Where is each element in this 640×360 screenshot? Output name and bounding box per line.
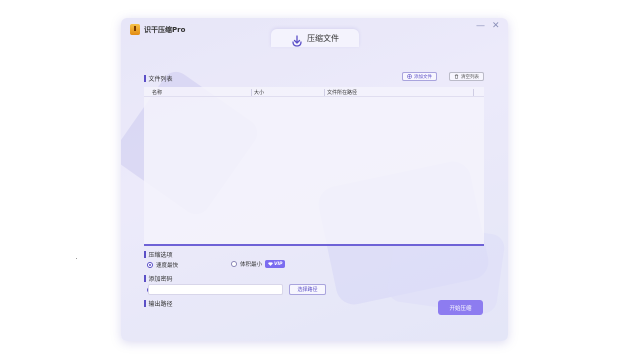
stray-dot (76, 258, 77, 259)
output-section-title: 输出路径 (144, 299, 173, 308)
close-icon[interactable]: ✕ (492, 21, 500, 31)
file-list-title: 文件列表 (148, 76, 173, 83)
choose-path-button[interactable]: 选择路径 (289, 284, 326, 295)
option-smallest-label: 体积最小 (240, 262, 263, 268)
file-table[interactable]: 名称 大小 文件所在路径 (144, 87, 484, 246)
radio-smallest[interactable] (231, 261, 237, 267)
minimize-icon[interactable]: — (476, 21, 485, 31)
output-path-input[interactable] (148, 284, 283, 295)
section-marker (144, 275, 146, 282)
plus-circle-icon (407, 74, 412, 79)
start-compress-button[interactable]: 开始压缩 (438, 300, 483, 315)
tab-compress-file[interactable]: 压缩文件 (271, 29, 359, 47)
add-file-label: 添加文件 (414, 74, 432, 80)
section-marker (144, 251, 146, 258)
desktop: 识干压缩Pro — ✕ 压缩文件 文件列表 添加文件 清空列表 名称 大小 文件… (0, 0, 640, 360)
column-header-size: 大小 (254, 90, 265, 96)
trash-icon (454, 74, 459, 79)
clear-list-button[interactable]: 清空列表 (449, 72, 484, 81)
output-title: 输出路径 (148, 301, 173, 308)
radio-fastest[interactable] (147, 262, 153, 268)
vip-label: VIP (274, 261, 283, 267)
vip-badge: VIP (265, 260, 286, 268)
compress-options-section-title: 压缩选项 (144, 250, 173, 259)
option-fastest[interactable]: 速度最快 (147, 261, 178, 269)
column-divider[interactable] (324, 89, 325, 96)
table-header: 名称 大小 文件所在路径 (144, 87, 484, 97)
clear-list-label: 清空列表 (461, 74, 479, 80)
password-section-title: 添加密码 (144, 274, 173, 283)
compress-options-title: 压缩选项 (148, 252, 173, 259)
section-marker (144, 75, 146, 82)
option-smallest[interactable]: 体积最小 VIP (231, 260, 286, 268)
section-marker (144, 300, 146, 307)
option-fastest-label: 速度最快 (156, 263, 179, 269)
download-arrow-icon (291, 32, 303, 47)
column-header-path: 文件所在路径 (327, 90, 358, 96)
diamond-icon (268, 262, 273, 266)
tab-label: 压缩文件 (307, 33, 339, 43)
column-divider[interactable] (473, 89, 474, 96)
app-title: 识干压缩Pro (144, 25, 186, 34)
main-panel: 文件列表 添加文件 清空列表 名称 大小 文件所在路径 压缩选项 速度最快 体积… (121, 47, 508, 341)
file-list-section-title: 文件列表 (144, 74, 173, 83)
column-header-name: 名称 (152, 90, 163, 96)
password-title: 添加密码 (148, 276, 173, 283)
app-logo-icon (130, 24, 140, 35)
column-divider[interactable] (251, 89, 252, 96)
app-title-bar: 识干压缩Pro (130, 24, 185, 35)
app-window: 识干压缩Pro — ✕ 压缩文件 文件列表 添加文件 清空列表 名称 大小 文件… (121, 18, 508, 341)
add-file-button[interactable]: 添加文件 (402, 72, 437, 81)
